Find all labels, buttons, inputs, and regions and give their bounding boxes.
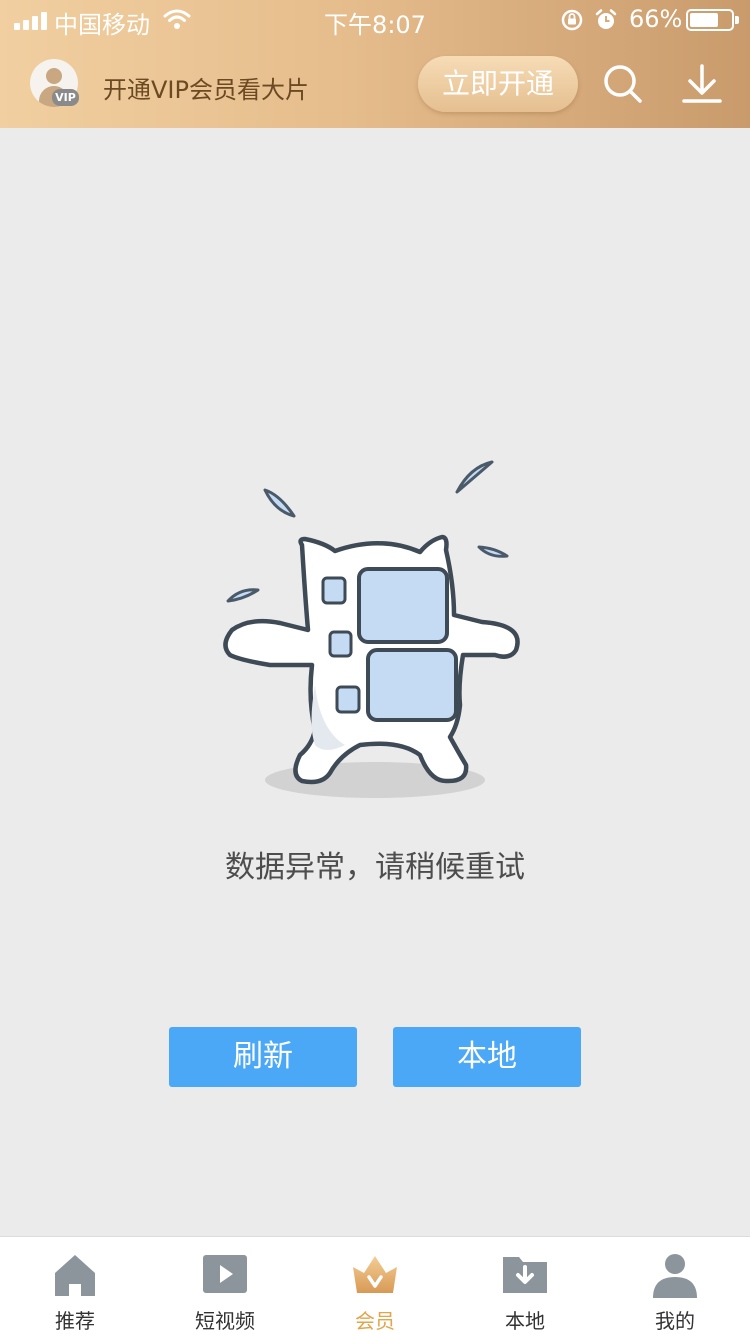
person-icon xyxy=(653,1254,697,1298)
refresh-button[interactable]: 刷新 xyxy=(169,1027,357,1087)
tab-label: 本地 xyxy=(505,1309,545,1333)
tab-recommend[interactable]: 推荐 xyxy=(0,1237,150,1334)
download-icon[interactable] xyxy=(682,64,722,104)
tab-label: 会员 xyxy=(355,1309,395,1333)
bottom-tab-bar: 推荐 短视频 会员 本地 我的 xyxy=(0,1236,750,1334)
tab-short-video[interactable]: 短视频 xyxy=(150,1237,300,1334)
crown-icon xyxy=(353,1256,397,1293)
tab-member[interactable]: 会员 xyxy=(300,1237,450,1334)
tab-label: 短视频 xyxy=(195,1309,255,1333)
tab-local[interactable]: 本地 xyxy=(450,1237,600,1334)
vip-badge: VIP xyxy=(52,89,79,106)
vip-promo-text[interactable]: 开通VIP会员看大片 xyxy=(103,70,309,105)
tab-label: 我的 xyxy=(655,1309,695,1333)
status-bar: 中国移动 下午8:07 66% xyxy=(0,0,750,40)
alarm-icon xyxy=(595,9,617,29)
play-icon xyxy=(203,1255,247,1293)
search-icon[interactable] xyxy=(603,64,643,104)
top-header: 中国移动 下午8:07 66% VIP 开通VIP会员看大片 立即开通 xyxy=(0,0,750,128)
battery-icon xyxy=(686,9,739,31)
local-button[interactable]: 本地 xyxy=(393,1027,581,1087)
tab-label: 推荐 xyxy=(55,1309,95,1333)
home-icon xyxy=(55,1255,95,1296)
open-vip-button[interactable]: 立即开通 xyxy=(418,56,578,112)
rotation-lock-icon xyxy=(561,9,583,31)
error-message: 数据异常，请稍候重试 xyxy=(225,850,525,885)
battery-percent: 66% xyxy=(629,5,683,33)
tab-mine[interactable]: 我的 xyxy=(600,1237,750,1334)
error-mascot-illustration xyxy=(223,460,520,798)
folder-download-icon xyxy=(503,1257,547,1293)
